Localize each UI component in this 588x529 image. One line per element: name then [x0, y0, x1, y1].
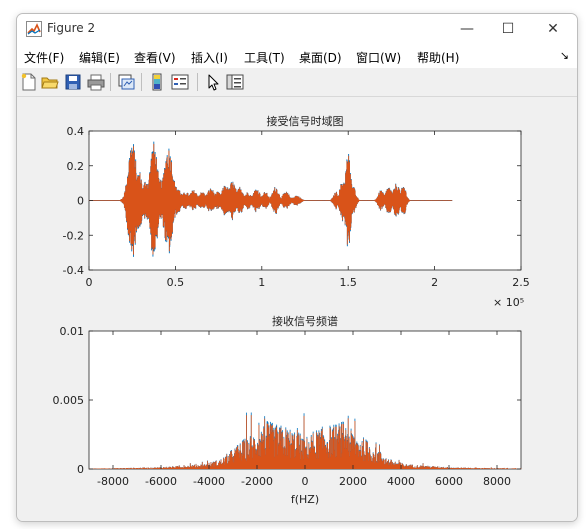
edit-plot-arrow-icon[interactable] — [204, 73, 222, 91]
menu-edit[interactable]: 编辑(E) — [79, 49, 120, 66]
title-bar: Figure 2 — ☐ ✕ — [17, 14, 577, 44]
menu-desktop[interactable]: 桌面(D) — [299, 49, 342, 66]
menu-window[interactable]: 窗口(W) — [356, 49, 401, 66]
menu-file[interactable]: 文件(F) — [24, 49, 64, 66]
toolbar — [17, 68, 577, 97]
x-tick-label: 2000 — [339, 475, 367, 488]
close-button[interactable]: ✕ — [533, 17, 573, 41]
figure-window: Figure 2 — ☐ ✕ 文件(F) 编辑(E) 查看(V) 插入(I) 工… — [16, 13, 578, 522]
spectrum-axes[interactable]: 接收信号频谱 -8000 -6000 -4000 -2000 0 2000 4000 6000… — [53, 314, 522, 506]
x-tick-label: 2.5 — [512, 276, 530, 289]
print-icon[interactable] — [87, 73, 105, 91]
y-tick-label: 0 — [77, 463, 84, 476]
maximize-button[interactable]: ☐ — [488, 17, 528, 41]
insert-legend-icon[interactable] — [171, 73, 189, 91]
property-inspector-icon[interactable] — [226, 73, 244, 91]
link-plot-icon[interactable] — [117, 73, 135, 91]
spectrum-title: 接收信号频谱 — [272, 314, 338, 328]
x-tick-label: 8000 — [483, 475, 511, 488]
minimize-button[interactable]: — — [447, 17, 487, 41]
time-axis-exponent: × 10⁵ — [493, 296, 524, 309]
y-tick-label: -0.2 — [63, 229, 84, 242]
time-domain-title: 接受信号时域图 — [267, 115, 344, 128]
x-tick-label: 6000 — [435, 475, 463, 488]
menu-tools[interactable]: 工具(T) — [244, 49, 285, 66]
x-tick-label: -8000 — [97, 475, 129, 488]
x-tick-label: 0 — [302, 475, 309, 488]
y-tick-label: 0.01 — [60, 325, 85, 338]
x-tick-label: 1 — [258, 276, 265, 289]
y-tick-label: 0.4 — [67, 125, 85, 138]
matlab-logo-icon — [26, 21, 42, 37]
x-tick-label: 0 — [86, 276, 93, 289]
menu-help[interactable]: 帮助(H) — [417, 49, 459, 66]
x-tick-label: 0.5 — [167, 276, 185, 289]
y-tick-label: 0.005 — [53, 394, 85, 407]
menu-overflow-icon[interactable]: ↘ — [560, 49, 569, 62]
open-icon[interactable] — [41, 73, 59, 91]
toolbar-separator — [197, 73, 198, 91]
new-figure-icon[interactable] — [20, 73, 38, 91]
insert-colorbar-icon[interactable] — [148, 73, 166, 91]
toolbar-separator — [141, 73, 142, 91]
spectrum-xlabel: f(HZ) — [291, 493, 319, 506]
menu-view[interactable]: 查看(V) — [134, 49, 176, 66]
y-tick-label: 0 — [77, 195, 84, 208]
x-tick-label: 2 — [431, 276, 438, 289]
window-title: Figure 2 — [47, 21, 96, 35]
x-tick-label: 4000 — [387, 475, 415, 488]
x-tick-label: -4000 — [193, 475, 225, 488]
time-domain-axes[interactable]: 接受信号时域图 0 0.5 1 1.5 2 2.5 -0.4 -0.2 0 0.2 0.4 × 10… — [63, 115, 530, 309]
menu-insert[interactable]: 插入(I) — [191, 49, 228, 66]
y-tick-label: -0.4 — [63, 264, 84, 277]
figure-canvas: 接受信号时域图 0 0.5 1 1.5 2 2.5 -0.4 -0.2 0 0.2 0.4 × 10… — [17, 97, 577, 521]
y-tick-label: 0.2 — [67, 160, 85, 173]
x-tick-label: -6000 — [145, 475, 177, 488]
menu-bar: 文件(F) 编辑(E) 查看(V) 插入(I) 工具(T) 桌面(D) 窗口(W… — [17, 44, 577, 68]
toolbar-separator — [110, 73, 111, 91]
save-icon[interactable] — [64, 73, 82, 91]
x-tick-label: -2000 — [241, 475, 273, 488]
x-tick-label: 1.5 — [339, 276, 357, 289]
figure-plots: 接受信号时域图 0 0.5 1 1.5 2 2.5 -0.4 -0.2 0 0.2 0.4 × 10… — [53, 115, 530, 506]
